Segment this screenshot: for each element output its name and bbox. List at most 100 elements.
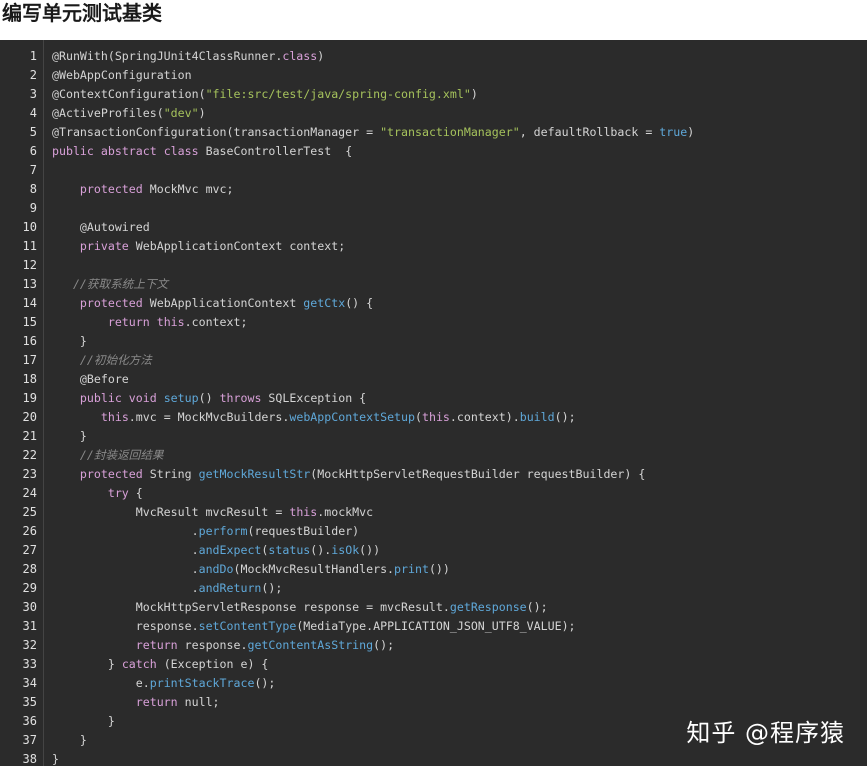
code-token-punct: } xyxy=(52,334,87,348)
line-number: 29 xyxy=(22,581,37,595)
code-line: public void setup() throws SQLException … xyxy=(52,389,366,408)
line-number: 28 xyxy=(22,562,37,576)
line-number: 8 xyxy=(29,182,37,196)
line-number-gutter: 1 2 3 4 5 6 7 8 9 10 11 12 13 14 15 16 17 18 19 20 21 22 23 24 2… xyxy=(0,40,44,766)
code-token-keyword: protected xyxy=(79,182,143,196)
code-line: public abstract class BaseControllerTest… xyxy=(52,142,352,161)
line-number: 4 xyxy=(29,106,37,120)
code-token-plain: e. xyxy=(52,676,150,690)
line-number: 22 xyxy=(22,448,37,462)
code-token-annotation: @RunWith(SpringJUnit4ClassRunner. xyxy=(52,49,283,63)
code-token-annotation: @TransactionConfiguration(transactionMan… xyxy=(52,125,367,139)
code-line: @TransactionConfiguration(transactionMan… xyxy=(52,123,694,142)
code-token-keyword: try xyxy=(107,486,129,500)
code-token-plain: SQLException { xyxy=(261,391,367,405)
line-number: 11 xyxy=(22,239,37,253)
code-token-keyword: protected xyxy=(79,467,143,481)
code-token-punct: ) xyxy=(198,106,206,120)
code-line: protected WebApplicationContext getCtx()… xyxy=(52,294,373,313)
code-line: return null; xyxy=(52,693,220,712)
code-token-punct: { xyxy=(128,486,143,500)
line-number: 14 xyxy=(22,296,37,310)
code-line: e.printStackTrace(); xyxy=(52,674,276,693)
code-token-punct: (). xyxy=(310,543,332,557)
line-number: 10 xyxy=(22,220,37,234)
code-token-plain: BaseControllerTest { xyxy=(198,144,353,158)
code-token-punct: ) xyxy=(470,87,478,101)
code-token-plain: , defaultRollback xyxy=(519,125,646,139)
code-token-comment: //初始化方法 xyxy=(52,353,152,367)
code-token-method: getMockResultStr xyxy=(198,467,311,481)
code-token-punct: } xyxy=(52,752,59,766)
code-token-plain: String xyxy=(142,467,199,481)
code-token-plain: (MockMvcResultHandlers. xyxy=(233,562,395,576)
code-token-method: webAppContextSetup xyxy=(289,410,415,424)
code-token-plain: (requestBuilder) xyxy=(247,524,360,538)
code-token-keyword: return xyxy=(135,695,178,709)
line-number: 35 xyxy=(22,695,37,709)
code-line: //初始化方法 xyxy=(52,351,152,370)
code-token-method: build xyxy=(519,410,555,424)
line-number: 33 xyxy=(22,657,37,671)
code-line: .andReturn(); xyxy=(52,579,283,598)
code-line: MockHttpServletResponse response = mvcRe… xyxy=(52,598,548,617)
line-number: 20 xyxy=(22,410,37,424)
line-number: 9 xyxy=(29,201,37,215)
code-token-plain: MockMvc mvc; xyxy=(142,182,234,196)
code-token-punct: } xyxy=(52,733,87,747)
code-line: private WebApplicationContext context; xyxy=(52,237,345,256)
line-number: 3 xyxy=(29,87,37,101)
code-line: .perform(requestBuilder) xyxy=(52,522,360,541)
code-token-plain: mvcResult. xyxy=(373,600,450,614)
code-line: } xyxy=(52,712,115,731)
code-token-keyword: protected xyxy=(79,296,143,310)
code-line: protected String getMockResultStr(MockHt… xyxy=(52,465,645,484)
code-token-method: print xyxy=(394,562,429,576)
code-token-plain: MockMvcBuilders. xyxy=(170,410,290,424)
code-line: try { xyxy=(52,484,143,503)
code-token-plain: null; xyxy=(177,695,220,709)
code-line: //获取系统上下文 xyxy=(52,275,168,294)
code-line: @ContextConfiguration("file:src/test/jav… xyxy=(52,85,478,104)
code-token-method: getResponse xyxy=(449,600,527,614)
code-token-method: getCtx xyxy=(303,296,346,310)
line-number: 1 xyxy=(29,49,37,63)
page: 编写单元测试基类 1 2 3 4 5 6 7 8 9 10 11 12 13 14 15 16 17 18 19 20… xyxy=(0,0,867,766)
code-token-punct: (); xyxy=(526,600,548,614)
code-token-plain: .context; xyxy=(184,315,248,329)
code-token-keyword: this xyxy=(421,410,450,424)
line-number: 13 xyxy=(22,277,37,291)
code-token-keyword: this xyxy=(156,315,185,329)
line-number: 30 xyxy=(22,600,37,614)
line-number: 31 xyxy=(22,619,37,633)
line-number: 23 xyxy=(22,467,37,481)
code-token-punct: (); xyxy=(261,581,283,595)
code-content[interactable]: @RunWith(SpringJUnit4ClassRunner.class) @… xyxy=(44,40,867,766)
code-block[interactable]: 1 2 3 4 5 6 7 8 9 10 11 12 13 14 15 16 17 18 19 20 21 22 23 24 2… xyxy=(0,40,867,766)
line-number: 24 xyxy=(22,486,37,500)
code-token-plain: response. xyxy=(52,619,199,633)
code-token-plain: WebApplicationContext context; xyxy=(128,239,346,253)
code-token-punct: (); xyxy=(254,676,276,690)
code-token-method: status xyxy=(268,543,311,557)
code-line: .andExpect(status().isOk()) xyxy=(52,541,381,560)
code-token-keyword: class xyxy=(163,144,199,158)
code-token-keyword: catch xyxy=(121,657,157,671)
line-number: 16 xyxy=(22,334,37,348)
code-token-method: getContentAsString xyxy=(247,638,374,652)
line-number: 38 xyxy=(22,752,37,766)
code-token-keyword: this xyxy=(100,410,129,424)
line-number: 12 xyxy=(22,258,37,272)
code-line: } xyxy=(52,731,87,750)
code-token-method: setContentType xyxy=(198,619,297,633)
code-token-keyword: return xyxy=(107,315,150,329)
code-token-method: andExpect xyxy=(198,543,262,557)
